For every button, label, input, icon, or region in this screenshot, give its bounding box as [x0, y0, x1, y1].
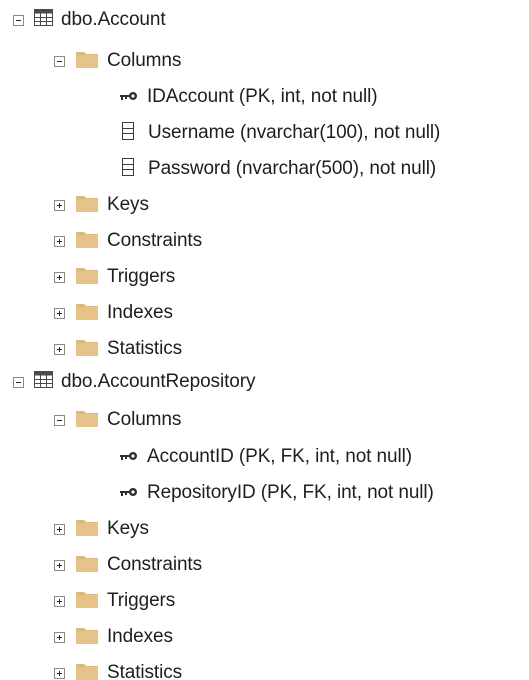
- folder-label: Indexes: [107, 302, 173, 323]
- folder-icon: [76, 626, 98, 649]
- folder-icon: [76, 590, 98, 613]
- column-node-repositoryid[interactable]: RepositoryID (PK, FK, int, not null): [0, 475, 529, 511]
- folder-node-keys[interactable]: Keys: [0, 511, 529, 547]
- collapse-toggle[interactable]: [13, 14, 24, 26]
- folder-label: Columns: [107, 409, 182, 430]
- column-node-password[interactable]: Password (nvarchar(500), not null): [0, 151, 529, 187]
- folder-node-keys[interactable]: Keys: [0, 187, 529, 223]
- folder-label: Triggers: [107, 590, 176, 611]
- collapse-toggle[interactable]: [13, 376, 24, 388]
- expand-toggle[interactable]: [54, 199, 65, 211]
- key-icon: [120, 88, 138, 106]
- folder-icon: [76, 194, 98, 217]
- key-icon: [120, 448, 138, 466]
- folder-node-indexes[interactable]: Indexes: [0, 619, 529, 655]
- folder-icon: [76, 230, 98, 253]
- folder-icon: [76, 518, 98, 541]
- folder-node-triggers[interactable]: Triggers: [0, 259, 529, 295]
- table-icon: [34, 9, 53, 31]
- column-icon: [122, 121, 134, 145]
- folder-icon: [76, 338, 98, 361]
- column-label: Password (nvarchar(500), not null): [148, 158, 437, 179]
- folder-label: Constraints: [107, 554, 202, 575]
- folder-node-statistics[interactable]: Statistics: [0, 655, 529, 680]
- table-node-account[interactable]: dbo.Account: [0, 2, 529, 38]
- folder-node-triggers[interactable]: Triggers: [0, 583, 529, 619]
- expand-toggle[interactable]: [54, 307, 65, 319]
- columns-folder-node[interactable]: Columns: [0, 43, 529, 79]
- table-name: dbo.AccountRepository: [61, 371, 256, 392]
- column-label: Username (nvarchar(100), not null): [148, 122, 441, 143]
- collapse-toggle[interactable]: [54, 55, 65, 67]
- folder-icon: [76, 302, 98, 325]
- expand-toggle[interactable]: [54, 523, 65, 535]
- folder-node-constraints[interactable]: Constraints: [0, 547, 529, 583]
- table-icon: [34, 371, 53, 393]
- column-node-username[interactable]: Username (nvarchar(100), not null): [0, 115, 529, 151]
- folder-icon: [76, 409, 98, 432]
- expand-toggle[interactable]: [54, 631, 65, 643]
- object-explorer-tree: dbo.Account Columns IDAccount (PK, int, …: [0, 0, 529, 680]
- column-node-accountid[interactable]: AccountID (PK, FK, int, not null): [0, 439, 529, 475]
- folder-icon: [76, 662, 98, 680]
- folder-label: Constraints: [107, 230, 202, 251]
- folder-label: Keys: [107, 518, 149, 539]
- expand-toggle[interactable]: [54, 595, 65, 607]
- expand-toggle[interactable]: [54, 271, 65, 283]
- folder-label: Statistics: [107, 662, 183, 680]
- folder-label: Columns: [107, 50, 182, 71]
- table-name: dbo.Account: [61, 9, 166, 30]
- column-label: IDAccount (PK, int, not null): [147, 86, 378, 107]
- folder-icon: [76, 50, 98, 73]
- expand-toggle[interactable]: [54, 667, 65, 679]
- folder-label: Indexes: [107, 626, 173, 647]
- expand-toggle[interactable]: [54, 235, 65, 247]
- folder-icon: [76, 554, 98, 577]
- folder-node-indexes[interactable]: Indexes: [0, 295, 529, 331]
- columns-folder-node[interactable]: Columns: [0, 402, 529, 438]
- expand-toggle[interactable]: [54, 559, 65, 571]
- column-icon: [122, 157, 134, 181]
- column-label: AccountID (PK, FK, int, not null): [147, 446, 412, 467]
- folder-label: Statistics: [107, 338, 183, 359]
- expand-toggle[interactable]: [54, 343, 65, 355]
- folder-label: Triggers: [107, 266, 176, 287]
- table-node-accountrepository[interactable]: dbo.AccountRepository: [0, 364, 529, 400]
- column-node-idaccount[interactable]: IDAccount (PK, int, not null): [0, 79, 529, 115]
- folder-label: Keys: [107, 194, 149, 215]
- folder-node-statistics[interactable]: Statistics: [0, 331, 529, 367]
- folder-icon: [76, 266, 98, 289]
- collapse-toggle[interactable]: [54, 414, 65, 426]
- folder-node-constraints[interactable]: Constraints: [0, 223, 529, 259]
- column-label: RepositoryID (PK, FK, int, not null): [147, 482, 434, 503]
- key-icon: [120, 484, 138, 502]
